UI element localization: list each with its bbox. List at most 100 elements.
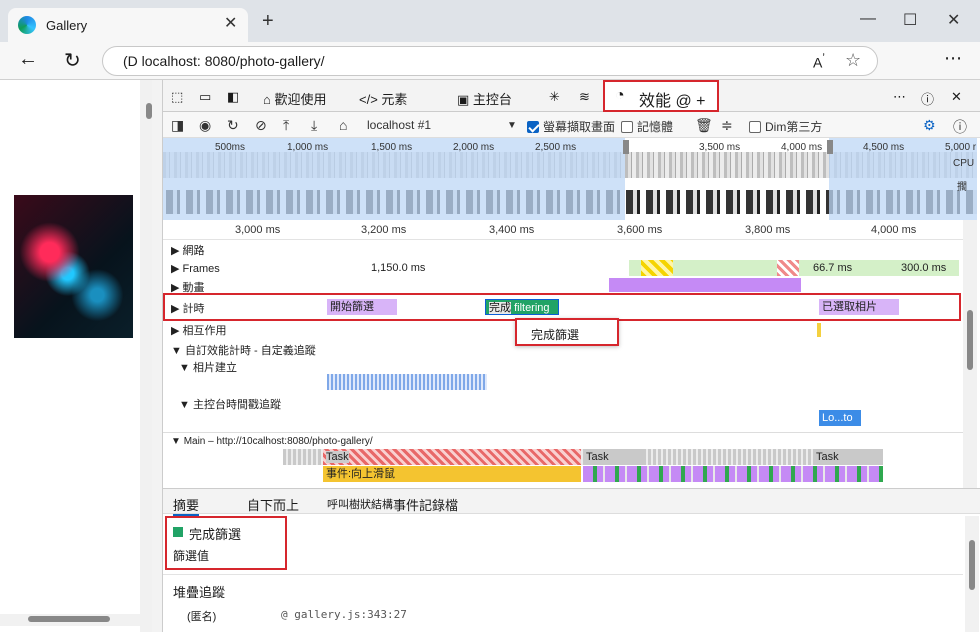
memory-checkbox[interactable]: 記憶體	[621, 118, 673, 135]
tab-title: Gallery	[46, 18, 88, 33]
favorite-star-icon[interactable]: ☆	[845, 50, 861, 71]
minimize-icon[interactable]: —	[860, 10, 876, 28]
perf-help-icon[interactable]: ⓘ	[953, 117, 967, 137]
screenshots-checkbox[interactable]: 螢幕擷取畫面	[527, 118, 615, 135]
maximize-icon[interactable]: ☐	[903, 10, 917, 30]
task-label: Task	[816, 451, 839, 463]
left-selection-handle[interactable]	[623, 140, 629, 154]
clear-icon[interactable]: ⊘	[255, 117, 267, 134]
tab-console-label: 主控台	[472, 92, 512, 107]
frames-label: Frames	[182, 263, 220, 275]
more-menu-icon[interactable]: ⋯	[944, 48, 962, 69]
timeline-overview[interactable]: 500ms 1,000 ms 1,500 ms 2,000 ms 2,500 m…	[163, 138, 977, 220]
frames-track-label: ▶ Frames	[171, 262, 220, 275]
tab-console[interactable]: ▣ 主控台	[457, 89, 512, 108]
summary-subtitle: 篩選值	[173, 549, 210, 563]
inspect-icon[interactable]: ⬚	[171, 89, 183, 105]
timeline-scroll-thumb[interactable]	[967, 310, 973, 370]
ruler-tick: 3,000 ms	[235, 224, 281, 236]
gallery-photo[interactable]	[14, 195, 133, 338]
bug-icon[interactable]: ✳	[549, 89, 560, 105]
address-bar[interactable]: (D localhost: 8080/photo-gallery/ Aʼ ☆	[102, 46, 878, 76]
details-scroll-thumb[interactable]	[969, 540, 975, 590]
stack-trace-heading: 堆疊追蹤	[173, 585, 226, 600]
new-tab-icon[interactable]: +	[262, 10, 274, 33]
network-track-label: ▶ 網路	[171, 242, 205, 258]
main-label: Main – http://10calhost:8080/photo-galle…	[183, 436, 373, 447]
wifi-icon[interactable]: ≋	[579, 89, 590, 105]
timing-color-swatch	[173, 527, 183, 537]
expand-arrow-icon: ▶	[171, 263, 183, 275]
tab-performance[interactable]: ◔ 效能 @ +	[603, 80, 719, 112]
target-select[interactable]: localhost #1	[367, 118, 431, 132]
device-toolbar-icon[interactable]: ▭	[199, 89, 211, 105]
stack-frame-name: (匿名)	[187, 611, 217, 623]
reload-icon[interactable]: ↻	[64, 48, 81, 73]
right-selection-handle[interactable]	[827, 140, 833, 154]
close-window-icon[interactable]: ✕	[947, 10, 960, 30]
close-devtools-icon[interactable]: ✕	[951, 89, 962, 105]
long-task[interactable]: Task	[323, 449, 581, 465]
frames-track[interactable]: ▶ Frames 1,150.0 ms 66.7 ms 300.0 ms	[163, 258, 963, 278]
sidebar-toggle-icon[interactable]: ◨	[171, 117, 184, 134]
animations-track[interactable]: ▶ 動畫	[163, 278, 963, 294]
tab-event-log[interactable]: 事件記錄檔	[393, 495, 458, 514]
photo-build-bars[interactable]	[327, 374, 487, 390]
task-bar[interactable]: Task	[583, 449, 645, 465]
main-thread-track[interactable]: ▼ Main – http://10calhost:8080/photo-gal…	[163, 432, 963, 488]
tab-welcome[interactable]: ⌂ 歡迎使用	[263, 89, 326, 108]
more-tools-icon[interactable]: ⋯	[893, 89, 906, 105]
overview-tick: 4,500 ms	[863, 142, 905, 153]
read-aloud-icon[interactable]: Aʼ	[813, 52, 825, 71]
expand-arrow-icon: ▶	[171, 245, 183, 257]
collapse-arrow-icon: ▼	[179, 362, 193, 374]
task-bar[interactable]: Task	[813, 449, 883, 465]
partial-frame	[641, 260, 673, 276]
tab-elements-label: 元素	[381, 92, 408, 107]
network-track[interactable]: ▶ 網路	[163, 240, 963, 258]
close-tab-icon[interactable]: ✕	[224, 13, 237, 33]
overview-tick: 1,500 ms	[371, 142, 413, 153]
interaction-marker[interactable]	[817, 323, 821, 337]
home-target-icon[interactable]: ⌂	[339, 117, 347, 133]
download-icon[interactable]: ⤓	[311, 117, 317, 134]
tab-welcome-label: 歡迎使用	[274, 92, 327, 107]
custom-track-label: ▼ 自訂效能計時 - 自定義追蹤	[171, 342, 316, 358]
code-icon: </>	[359, 92, 382, 107]
mouseup-event[interactable]: 事件:向上滑鼠	[323, 466, 581, 482]
network-label: 網路	[182, 245, 205, 257]
web-page	[0, 80, 148, 632]
custom-track[interactable]: ▼ 自訂效能計時 - 自定義追蹤 ▼ 相片建立 ▼ 主控台時間戳追蹤 Lo...…	[163, 342, 963, 432]
page-horizontal-thumb[interactable]	[28, 616, 110, 622]
custom-label: 自訂效能計時 - 自定義追蹤	[184, 345, 316, 357]
dock-icon[interactable]: ◧	[227, 89, 239, 105]
back-arrow-icon[interactable]: ←	[18, 48, 38, 71]
settings-gear-icon[interactable]: ⚙	[923, 117, 936, 134]
overview-tick: 2,000 ms	[453, 142, 495, 153]
garbage-icon[interactable]: 🗑	[695, 117, 713, 134]
record-icon[interactable]: ◉	[199, 117, 211, 134]
page-scroll-thumb[interactable]	[146, 103, 152, 119]
ruler-tick: 3,800 ms	[745, 224, 791, 236]
frame-duration: 1,150.0 ms	[371, 262, 426, 274]
help-icon[interactable]: ⓘ	[921, 89, 934, 108]
tab-summary[interactable]: 摘要	[173, 495, 200, 516]
edge-logo-icon	[18, 16, 36, 34]
console-timestamp-item[interactable]: Lo...to	[819, 410, 861, 426]
url-text[interactable]: (D localhost: 8080/photo-gallery/	[123, 53, 325, 69]
expand-arrow-icon: ▶	[171, 325, 183, 337]
summary-title: 完成篩選	[189, 527, 242, 542]
tab-elements[interactable]: </> 元素	[359, 89, 407, 108]
overview-tick: 4,000 ms	[781, 142, 823, 153]
collapse-icon[interactable]: ≑	[721, 117, 733, 134]
animation-bar	[609, 278, 801, 292]
reload-record-icon[interactable]: ↻	[227, 117, 239, 134]
upload-icon[interactable]: ⤒	[283, 117, 289, 134]
target-dropdown-icon[interactable]: ▼	[507, 120, 517, 131]
tab-bottom-up[interactable]: 自下而上	[247, 495, 299, 514]
page-scrollbar[interactable]	[140, 80, 152, 632]
browser-tab[interactable]: Gallery ✕	[8, 8, 248, 42]
tab-call-tree[interactable]: 呼叫樹狀結構	[327, 496, 393, 512]
dim-third-party-checkbox[interactable]: Dim第三方	[749, 118, 822, 135]
stack-frame-link[interactable]: @ gallery.js:343:27	[281, 608, 407, 621]
